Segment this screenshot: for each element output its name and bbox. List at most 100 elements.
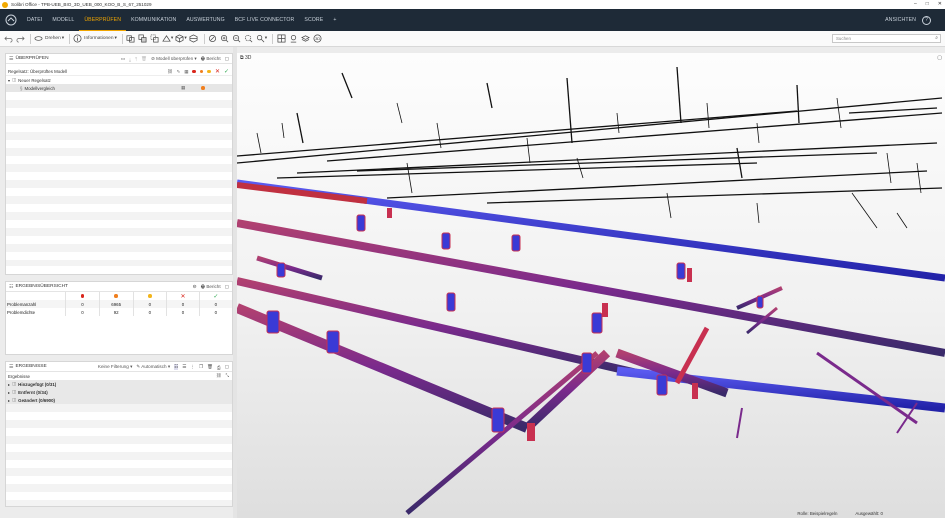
- expand-icon[interactable]: ▸: [8, 390, 10, 395]
- auto-dropdown[interactable]: ✎ Automatisch ▾: [136, 364, 170, 370]
- 3d-viewport[interactable]: ⧉ 3D ▢ Rolle: Beispielregeln Ausgewählt:…: [237, 53, 945, 518]
- report-button[interactable]: 🖶 Bericht: [201, 55, 221, 63]
- tree-item-ruleset[interactable]: ▾ ◫ Neuer Regelsatz: [6, 76, 232, 84]
- rotate-label: Drehen: [45, 36, 61, 41]
- group-view-icon[interactable]: ⋮: [190, 364, 195, 370]
- value-cell: 0: [199, 300, 232, 308]
- delete-icon[interactable]: 🗑: [207, 364, 213, 370]
- menu-score[interactable]: SCORE: [299, 9, 328, 31]
- rule-grid-icon: ▦: [181, 85, 186, 90]
- menu-datei[interactable]: DATEI: [22, 9, 47, 31]
- tree-item-rule[interactable]: § Modellvergleich ▦: [6, 84, 232, 92]
- selection-status: Ausgewählt: 0: [855, 510, 883, 516]
- info-label: Informationen: [84, 36, 114, 41]
- download-icon[interactable]: ⤓: [129, 57, 131, 62]
- zoom-tools-button[interactable]: ▾: [256, 33, 267, 45]
- maximize-panel-icon[interactable]: ▢: [225, 364, 229, 370]
- tree-view-icon[interactable]: ☰: [182, 364, 186, 370]
- menu-kommunikation[interactable]: KOMMUNIKATION: [126, 9, 181, 31]
- severity-low-dot: [148, 294, 152, 298]
- chevron-down-icon: ▾: [114, 36, 117, 41]
- export-icon[interactable]: ⎙: [217, 365, 221, 370]
- floor-plan-button[interactable]: [276, 33, 286, 45]
- check-model-button[interactable]: ⊘ Modell überprüfen ▾: [151, 56, 197, 62]
- search-placeholder: Suchen: [836, 36, 851, 41]
- close-window-button[interactable]: ✕: [938, 0, 942, 9]
- link-icon[interactable]: ⛓: [167, 69, 173, 75]
- rotate-icon: [34, 36, 43, 41]
- collapse-icon[interactable]: ⤡: [225, 373, 229, 379]
- box-view-button[interactable]: ▾: [175, 33, 187, 45]
- undo-button[interactable]: [3, 33, 13, 45]
- filter-dropdown[interactable]: Keine Filterung ▾: [98, 364, 133, 370]
- settings-icon[interactable]: ⚙: [193, 284, 197, 290]
- rotate-button[interactable]: Drehen ▾: [34, 33, 64, 45]
- grid-icon[interactable]: ▦: [184, 69, 188, 75]
- filter-label: Keine Filterung: [97, 364, 129, 369]
- check-model-label: Modell überprüfen: [156, 56, 194, 61]
- floor-plan-icon: [277, 34, 286, 43]
- transparency-button[interactable]: ▾: [162, 33, 173, 45]
- select-components-button[interactable]: [126, 33, 136, 45]
- section-button[interactable]: [189, 33, 199, 45]
- report-icon: 🖶: [200, 56, 206, 61]
- add-menu-button[interactable]: +: [328, 9, 341, 31]
- 3d-view-button[interactable]: 3D: [312, 33, 322, 45]
- menu-bcf-live-connector[interactable]: BCF LIVE CONNECTOR: [230, 9, 300, 31]
- expand-icon[interactable]: ▾: [8, 78, 10, 83]
- list-item[interactable]: ▸ ◫ Hinzugefügt (0/31): [6, 380, 232, 388]
- row-label: Problemanzahl: [6, 300, 67, 308]
- svg-text:3D: 3D: [315, 36, 320, 41]
- overview-report-button[interactable]: 🖶 Bericht: [201, 283, 221, 291]
- expand-icon[interactable]: ▸: [8, 398, 10, 403]
- hide-button[interactable]: [150, 33, 160, 45]
- app-logo-icon: [2, 1, 8, 8]
- zoom-in-button[interactable]: [220, 33, 230, 45]
- results-panel-title: ERGEBNISSE: [15, 364, 47, 369]
- results-label: Ergebnisse: [8, 373, 30, 379]
- fit-view-icon: [209, 34, 217, 43]
- link-icon[interactable]: ⛓: [216, 373, 222, 379]
- upload-icon[interactable]: ⤒: [135, 57, 137, 62]
- pipe-model-render: [237, 66, 945, 515]
- copy-icon[interactable]: ❐: [199, 364, 203, 370]
- severity-low-dot: [207, 69, 211, 74]
- value-cell: 0: [133, 300, 168, 308]
- zoom-fit-button[interactable]: [244, 33, 254, 45]
- toolbar-separator: [30, 33, 31, 44]
- zoom-out-button[interactable]: [232, 33, 242, 45]
- help-button[interactable]: ?: [922, 15, 931, 25]
- maximize-panel-icon[interactable]: ▢: [225, 56, 229, 62]
- isolate-button[interactable]: [138, 33, 148, 45]
- home-button[interactable]: [0, 9, 22, 31]
- hide-icon: [150, 34, 159, 43]
- zoom-window-icon: [256, 34, 265, 43]
- expand-icon[interactable]: ▸: [8, 382, 10, 387]
- menu-modell[interactable]: MODELL: [47, 9, 79, 31]
- edit-icon[interactable]: ✎: [177, 69, 181, 75]
- menu-ansichten[interactable]: ANSICHTEN: [879, 9, 922, 31]
- rule-icon: §: [20, 85, 23, 91]
- overview-panel-title: ERGEBNISÜBERSICHT: [15, 284, 68, 289]
- delete-icon[interactable]: 🗑: [141, 56, 147, 62]
- location-button[interactable]: [288, 33, 298, 45]
- search-input[interactable]: Suchen ⌕: [832, 34, 941, 43]
- fit-view-button[interactable]: [208, 33, 218, 45]
- list-item[interactable]: ▸ ◫ Entfernt (0/34): [6, 388, 232, 396]
- redo-button[interactable]: [15, 33, 25, 45]
- info-button[interactable]: Informationen ▾: [73, 33, 117, 45]
- report-label: Bericht: [206, 284, 221, 289]
- toolbar-separator: [121, 33, 123, 44]
- severity-high-dot: [192, 69, 196, 74]
- list-item[interactable]: ▸ ◫ Geändert (0/6900): [6, 396, 232, 404]
- menu-auswertung[interactable]: AUSWERTUNG: [181, 9, 229, 31]
- maximize-panel-icon[interactable]: ▢: [225, 284, 229, 290]
- open-ruleset-icon[interactable]: ▭: [121, 56, 125, 62]
- layers-button[interactable]: [300, 33, 310, 45]
- list-view-icon[interactable]: ☷: [174, 364, 179, 370]
- menu-ueberpruefen[interactable]: ÜBERPRÜFEN: [79, 10, 127, 31]
- minimize-button[interactable]: –: [914, 0, 917, 9]
- maximize-button[interactable]: □: [926, 0, 929, 9]
- table-row: Problemanzahl 0 6965 0 0 0: [6, 300, 232, 308]
- check-model-icon: ⊘: [150, 56, 155, 61]
